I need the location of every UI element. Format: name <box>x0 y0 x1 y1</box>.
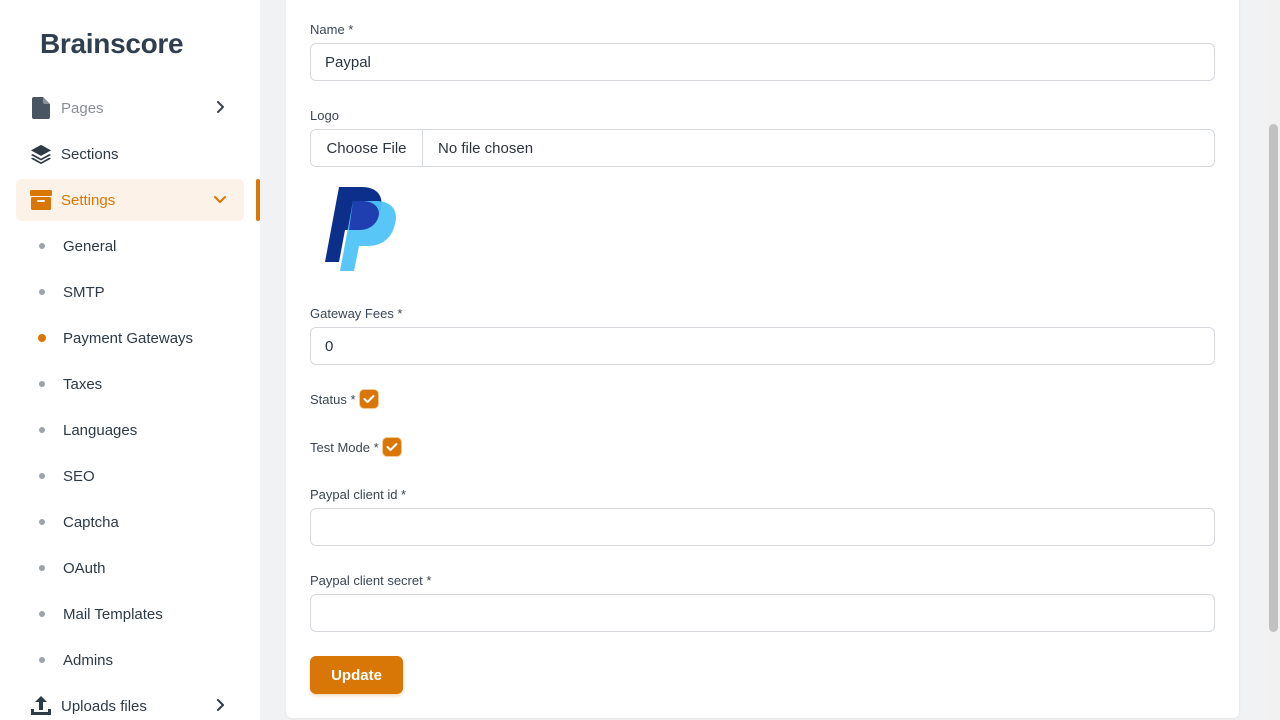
sidebar-subitem-taxes[interactable]: Taxes <box>30 368 244 400</box>
gateway-fees-label: Gateway Fees * <box>310 306 403 321</box>
bullet-icon <box>39 611 45 617</box>
sidebar-subitem-mail-templates[interactable]: Mail Templates <box>30 598 244 630</box>
brand-logo[interactable]: Brainscore <box>40 28 184 60</box>
sidebar-item-uploads[interactable]: Uploads files <box>16 685 244 720</box>
sidebar-item-label: Settings <box>61 191 116 209</box>
bullet-icon <box>39 519 45 525</box>
bullet-icon <box>39 289 45 295</box>
chevron-right-icon <box>212 99 228 115</box>
sidebar-subitem-oauth[interactable]: OAuth <box>30 552 244 584</box>
paypal-logo <box>325 187 396 271</box>
choose-file-button[interactable]: Choose File <box>311 130 423 166</box>
sidebar-item-pages[interactable]: Pages <box>16 87 244 129</box>
sidebar-subitem-seo[interactable]: SEO <box>30 460 244 492</box>
sidebar-item-label: Sections <box>61 145 119 163</box>
sidebar-subitem-general[interactable]: General <box>30 230 244 262</box>
logo-file-input[interactable]: Choose File No file chosen <box>310 129 1215 167</box>
sidebar-subitem-admins[interactable]: Admins <box>30 644 244 676</box>
bullet-icon <box>39 243 45 249</box>
sidebar-subitem-captcha[interactable]: Captcha <box>30 506 244 538</box>
bullet-icon <box>38 334 46 342</box>
client-id-input[interactable] <box>310 508 1215 546</box>
bullet-icon <box>39 565 45 571</box>
file-icon <box>30 97 52 119</box>
scrollbar-thumb[interactable] <box>1269 124 1278 632</box>
test-mode-label: Test Mode * <box>310 439 379 455</box>
client-secret-label: Paypal client secret * <box>310 573 432 588</box>
upload-icon <box>30 695 52 717</box>
test-mode-checkbox[interactable] <box>382 438 401 456</box>
sidebar-item-settings[interactable]: Settings <box>16 179 244 221</box>
status-row: Status * <box>310 390 378 408</box>
bullet-icon <box>39 427 45 433</box>
sidebar: Brainscore Pages Sections Settings Gener… <box>0 0 260 720</box>
bullet-icon <box>39 657 45 663</box>
gateway-fees-input[interactable]: 0 <box>310 327 1215 365</box>
check-icon <box>386 443 398 451</box>
name-input[interactable]: Paypal <box>310 43 1215 81</box>
chevron-right-icon <box>212 697 228 713</box>
status-label: Status * <box>310 391 356 407</box>
sidebar-item-label: Pages <box>61 99 104 117</box>
sidebar-item-sections[interactable]: Sections <box>16 133 244 175</box>
test-mode-row: Test Mode * <box>310 438 401 456</box>
sidebar-subitem-smtp[interactable]: SMTP <box>30 276 244 308</box>
layers-icon <box>30 143 52 165</box>
chevron-down-icon <box>212 191 228 207</box>
logo-label: Logo <box>310 108 339 123</box>
bullet-icon <box>39 473 45 479</box>
check-icon <box>363 395 375 403</box>
client-secret-input[interactable] <box>310 594 1215 632</box>
sidebar-subitem-languages[interactable]: Languages <box>30 414 244 446</box>
status-checkbox[interactable] <box>359 390 378 408</box>
sidebar-subitem-payment-gateways[interactable]: Payment Gateways <box>30 322 244 354</box>
file-name-text: No file chosen <box>438 139 534 157</box>
active-indicator <box>256 179 260 221</box>
name-label: Name * <box>310 22 354 37</box>
sidebar-item-label: Uploads files <box>61 697 147 715</box>
client-id-label: Paypal client id * <box>310 487 407 502</box>
archive-icon <box>30 189 52 211</box>
update-button[interactable]: Update <box>310 656 403 694</box>
bullet-icon <box>39 381 45 387</box>
